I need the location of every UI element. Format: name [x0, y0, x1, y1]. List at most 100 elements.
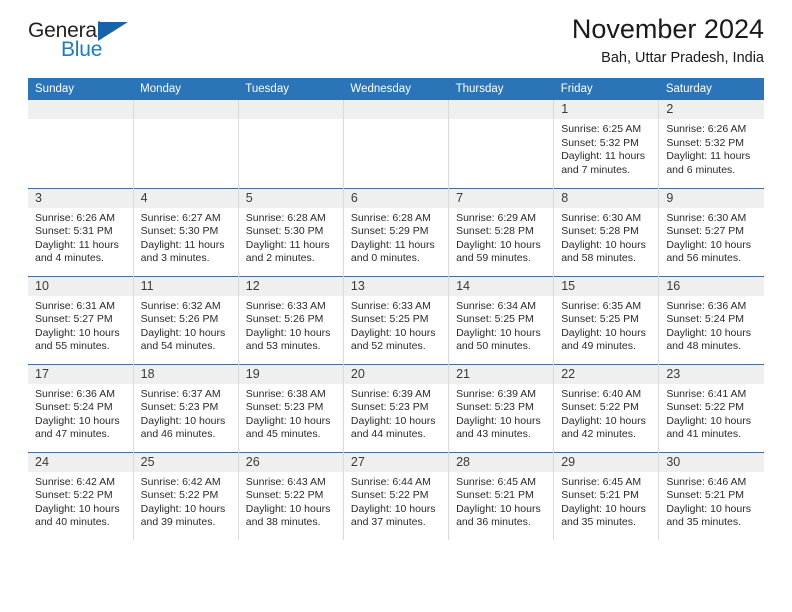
calendar-cell-day[interactable]: 20 Sunrise: 6:39 AM Sunset: 5:23 PM Dayligh…	[343, 363, 450, 452]
calendar-cell-day[interactable]: 13 Sunrise: 6:33 AM Sunset: 5:25 PM Dayligh…	[343, 275, 450, 364]
sunrise-time: Sunrise: 6:36 AM	[666, 299, 747, 312]
day-number: 23	[659, 364, 764, 384]
calendar-cell-day[interactable]: 1 Sunrise: 6:25 AM Sunset: 5:32 PM Daylight…	[553, 100, 660, 188]
day-details: Sunrise: 6:39 AM Sunset: 5:23 PM Daylight:…	[344, 384, 448, 442]
sunset-time: Sunset: 5:24 PM	[666, 313, 744, 326]
page-title: November 2024	[571, 14, 764, 44]
calendar-cell-day[interactable]: 10 Sunrise: 6:31 AM Sunset: 5:27 PM Dayligh…	[28, 275, 134, 364]
sunrise-time: Sunrise: 6:28 AM	[350, 211, 431, 224]
sunrise-time: Sunrise: 6:30 AM	[666, 211, 747, 224]
day-number: 9	[659, 188, 764, 208]
calendar-cell-inner	[449, 100, 554, 188]
calendar-cell-inner: 28 Sunrise: 6:45 AM Sunset: 5:21 PM Dayligh…	[449, 452, 554, 541]
daylight-duration-line2: and 55 minutes.	[35, 340, 110, 353]
day-number: 17	[28, 364, 133, 384]
day-number: 11	[133, 276, 238, 296]
sunset-time: Sunset: 5:21 PM	[456, 489, 534, 502]
calendar-cell-day[interactable]: 18 Sunrise: 6:37 AM Sunset: 5:23 PM Dayligh…	[133, 363, 239, 452]
calendar-cell-day[interactable]: 15 Sunrise: 6:35 AM Sunset: 5:25 PM Dayligh…	[553, 275, 660, 364]
daylight-duration-line1: Daylight: 11 hours	[245, 238, 330, 251]
daylight-duration-line1: Daylight: 10 hours	[245, 414, 331, 427]
calendar-cell-day[interactable]: 23 Sunrise: 6:41 AM Sunset: 5:22 PM Dayligh…	[658, 363, 764, 452]
calendar-cell-day[interactable]: 5 Sunrise: 6:28 AM Sunset: 5:30 PM Daylight…	[238, 187, 344, 276]
calendar-cell-day[interactable]: 24 Sunrise: 6:42 AM Sunset: 5:22 PM Dayligh…	[28, 451, 134, 540]
daylight-duration-line2: and 49 minutes.	[561, 340, 636, 353]
sunset-time: Sunset: 5:30 PM	[140, 225, 219, 238]
calendar-week-row: 1 Sunrise: 6:25 AM Sunset: 5:32 PM Daylight…	[28, 100, 764, 188]
sunrise-time: Sunrise: 6:31 AM	[35, 299, 115, 312]
daylight-duration-line1: Daylight: 10 hours	[561, 414, 646, 427]
day-number: 6	[343, 188, 449, 208]
calendar-cell-day[interactable]: 8 Sunrise: 6:30 AM Sunset: 5:28 PM Daylight…	[553, 187, 660, 276]
daylight-duration-line2: and 0 minutes.	[350, 252, 420, 265]
calendar-cell-day[interactable]: 12 Sunrise: 6:33 AM Sunset: 5:26 PM Dayligh…	[238, 275, 344, 364]
sunset-time: Sunset: 5:22 PM	[350, 489, 429, 502]
calendar-cell-day[interactable]: 9 Sunrise: 6:30 AM Sunset: 5:27 PM Daylight…	[658, 187, 764, 276]
day-number: 4	[133, 188, 238, 208]
calendar-cell-day[interactable]: 22 Sunrise: 6:40 AM Sunset: 5:22 PM Dayligh…	[553, 363, 660, 452]
calendar-cell-inner: 27 Sunrise: 6:44 AM Sunset: 5:22 PM Dayligh…	[343, 452, 449, 541]
calendar-cell-empty	[133, 100, 239, 188]
calendar-week-row: 24 Sunrise: 6:42 AM Sunset: 5:22 PM Dayligh…	[28, 451, 764, 541]
calendar-cell-day[interactable]: 6 Sunrise: 6:28 AM Sunset: 5:29 PM Daylight…	[343, 187, 450, 276]
daylight-duration-line2: and 2 minutes.	[245, 252, 315, 265]
calendar-cell-day[interactable]: 30 Sunrise: 6:46 AM Sunset: 5:21 PM Dayligh…	[658, 451, 764, 541]
daylight-duration-line2: and 58 minutes.	[561, 252, 636, 265]
brand-logo[interactable]: General Blue	[28, 14, 148, 66]
daylight-duration-line1: Daylight: 10 hours	[35, 502, 120, 515]
daylight-duration-line1: Daylight: 10 hours	[561, 326, 646, 339]
sunrise-time: Sunrise: 6:46 AM	[666, 475, 747, 488]
calendar-cell-day[interactable]: 14 Sunrise: 6:34 AM Sunset: 5:25 PM Dayligh…	[448, 275, 555, 364]
calendar-cell-day[interactable]: 17 Sunrise: 6:36 AM Sunset: 5:24 PM Dayligh…	[28, 363, 134, 452]
calendar-cell-day[interactable]: 28 Sunrise: 6:45 AM Sunset: 5:21 PM Dayligh…	[448, 451, 555, 541]
daylight-duration-line1: Daylight: 10 hours	[666, 414, 751, 427]
sunrise-time: Sunrise: 6:27 AM	[140, 211, 221, 224]
calendar-cell-day[interactable]: 2 Sunrise: 6:26 AM Sunset: 5:32 PM Daylight…	[658, 100, 764, 188]
day-number	[343, 100, 449, 119]
daylight-duration-line2: and 52 minutes.	[350, 340, 426, 353]
sunrise-time: Sunrise: 6:33 AM	[350, 299, 431, 312]
calendar-cell-day[interactable]: 21 Sunrise: 6:39 AM Sunset: 5:23 PM Dayligh…	[448, 363, 555, 452]
calendar-cell-inner: 30 Sunrise: 6:46 AM Sunset: 5:21 PM Dayligh…	[659, 452, 764, 541]
daylight-duration-line2: and 6 minutes.	[666, 163, 736, 176]
calendar-cell-day[interactable]: 4 Sunrise: 6:27 AM Sunset: 5:30 PM Daylight…	[133, 187, 239, 276]
sunset-time: Sunset: 5:22 PM	[561, 401, 639, 414]
daylight-duration-line1: Daylight: 10 hours	[140, 502, 226, 515]
calendar-cell-inner: 21 Sunrise: 6:39 AM Sunset: 5:23 PM Dayligh…	[449, 364, 554, 452]
weekday-header-tuesday: Tuesday	[238, 78, 344, 100]
daylight-duration-line1: Daylight: 10 hours	[456, 238, 541, 251]
day-number: 29	[554, 452, 659, 472]
day-number: 26	[238, 452, 343, 472]
sunset-time: Sunset: 5:32 PM	[561, 136, 639, 149]
sunset-time: Sunset: 5:25 PM	[456, 313, 534, 326]
sunset-time: Sunset: 5:32 PM	[666, 136, 744, 149]
calendar-cell-inner: 19 Sunrise: 6:38 AM Sunset: 5:23 PM Dayligh…	[238, 364, 343, 452]
sunset-time: Sunset: 5:23 PM	[456, 401, 534, 414]
calendar-cell-day[interactable]: 7 Sunrise: 6:29 AM Sunset: 5:28 PM Daylight…	[448, 187, 555, 276]
day-details: Sunrise: 6:42 AM Sunset: 5:22 PM Daylight:…	[134, 472, 238, 530]
calendar-cell-day[interactable]: 19 Sunrise: 6:38 AM Sunset: 5:23 PM Dayligh…	[238, 363, 344, 452]
daylight-duration-line1: Daylight: 10 hours	[456, 502, 541, 515]
sunrise-time: Sunrise: 6:35 AM	[561, 299, 642, 312]
day-details: Sunrise: 6:40 AM Sunset: 5:22 PM Daylight:…	[554, 384, 658, 442]
calendar-cell-day[interactable]: 25 Sunrise: 6:42 AM Sunset: 5:22 PM Dayligh…	[133, 451, 239, 540]
logo-triangle-icon	[98, 22, 128, 41]
day-number: 19	[238, 364, 343, 384]
day-details: Sunrise: 6:26 AM Sunset: 5:32 PM Daylight:…	[659, 119, 764, 177]
calendar-cell-day[interactable]: 16 Sunrise: 6:36 AM Sunset: 5:24 PM Dayligh…	[658, 275, 764, 364]
day-details: Sunrise: 6:41 AM Sunset: 5:22 PM Daylight:…	[659, 384, 764, 442]
calendar-cell-day[interactable]: 11 Sunrise: 6:32 AM Sunset: 5:26 PM Dayligh…	[133, 275, 239, 364]
calendar-cell-day[interactable]: 27 Sunrise: 6:44 AM Sunset: 5:22 PM Dayligh…	[343, 451, 450, 541]
sunset-time: Sunset: 5:22 PM	[35, 489, 113, 502]
sunset-time: Sunset: 5:25 PM	[350, 313, 429, 326]
calendar-cell-day[interactable]: 29 Sunrise: 6:45 AM Sunset: 5:21 PM Dayligh…	[553, 451, 660, 540]
sunrise-time: Sunrise: 6:37 AM	[140, 387, 221, 400]
title-block: November 2024 Bah, Uttar Pradesh, India	[572, 14, 764, 67]
day-details: Sunrise: 6:30 AM Sunset: 5:28 PM Daylight:…	[554, 208, 658, 266]
calendar-cell-day[interactable]: 3 Sunrise: 6:26 AM Sunset: 5:31 PM Daylight…	[28, 187, 134, 276]
day-details: Sunrise: 6:39 AM Sunset: 5:23 PM Daylight:…	[449, 384, 553, 442]
calendar-cell-inner	[28, 100, 133, 188]
weekday-header-monday: Monday	[133, 78, 239, 100]
sunset-time: Sunset: 5:22 PM	[140, 489, 219, 502]
calendar-cell-day[interactable]: 26 Sunrise: 6:43 AM Sunset: 5:22 PM Dayligh…	[238, 451, 344, 540]
